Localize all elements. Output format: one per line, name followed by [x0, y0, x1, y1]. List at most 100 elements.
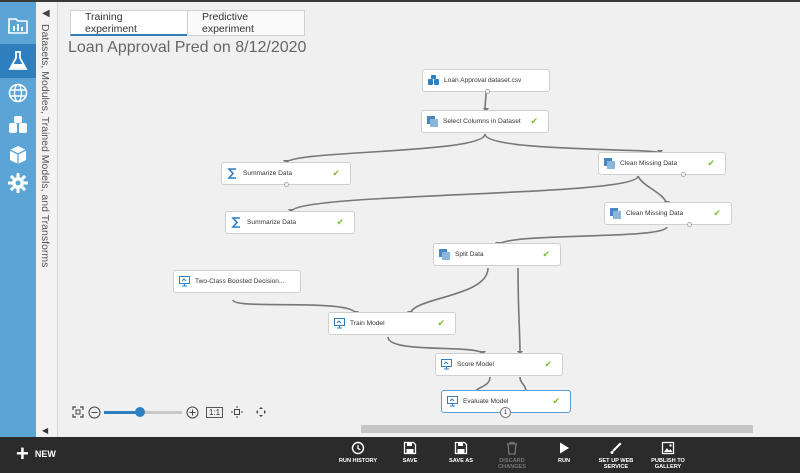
node-label: Score Model: [457, 361, 495, 368]
node-train-model[interactable]: Train Model ✔: [328, 312, 456, 335]
tool-label: RUN: [557, 458, 571, 464]
node-split-data[interactable]: Split Data ✔: [433, 243, 561, 266]
nav-settings[interactable]: [0, 166, 36, 200]
output-port[interactable]: [687, 222, 692, 227]
sigma-icon: [227, 168, 236, 179]
center-view-icon[interactable]: [229, 404, 245, 420]
tool-label: SAVE AS: [449, 458, 473, 464]
output-port[interactable]: [284, 182, 289, 187]
node-clean-missing-data-2[interactable]: Clean Missing Data ✔: [604, 202, 732, 227]
edge-select-summarize1: [285, 133, 486, 164]
module-icon: [427, 116, 438, 127]
new-button[interactable]: + NEW: [16, 441, 56, 466]
module-icon: [604, 158, 615, 169]
zoom-out-icon[interactable]: [86, 404, 102, 420]
nav-experiments[interactable]: [0, 44, 36, 78]
zoom-thumb[interactable]: [134, 407, 145, 417]
node-label: Summarize Data: [247, 219, 297, 226]
gear-icon: [8, 173, 28, 193]
node-label: Evaluate Model: [463, 398, 509, 405]
edge-clean1-clean2: [637, 175, 668, 205]
experiment-tabs: Training experiment Predictive experimen…: [70, 10, 305, 36]
flask-icon: [8, 51, 28, 70]
nav-projects[interactable]: [0, 8, 36, 42]
tool-label: RUN HISTORY: [338, 458, 378, 464]
nav-datasets[interactable]: [0, 108, 36, 142]
pan-icon[interactable]: [253, 404, 269, 420]
new-label: NEW: [34, 449, 56, 459]
node-summarize-data-1[interactable]: Summarize Data ✔: [221, 162, 351, 187]
output-port-badge[interactable]: 1: [500, 407, 511, 418]
check-icon: ✔: [332, 168, 340, 178]
node-summarize-data-2[interactable]: Summarize Data ✔: [225, 211, 355, 234]
tab-training-experiment[interactable]: Training experiment: [70, 10, 188, 36]
plus-icon: +: [16, 441, 29, 466]
bottom-toolbar: + NEW RUN HISTORY SAVE SAVE AS DISCARD C…: [0, 437, 800, 473]
sigma-icon: [231, 217, 240, 228]
check-icon: ✔: [437, 318, 445, 328]
cube-icon: [9, 146, 27, 164]
run-history-button[interactable]: RUN HISTORY: [331, 441, 385, 464]
check-icon: ✔: [336, 217, 344, 227]
save-as-icon: [454, 441, 468, 455]
experiment-canvas[interactable]: Loan Approval dataset.csv Select Columns…: [58, 62, 800, 437]
module-palette[interactable]: ◀ Datasets, Modules, Trained Models, and…: [36, 2, 58, 437]
tool-label: DISCARD CHANGES: [498, 458, 526, 470]
edge-train-score: [387, 336, 484, 355]
node-label: Train Model: [350, 320, 385, 327]
node-loan-approval-dataset[interactable]: Loan Approval dataset.csv: [422, 69, 550, 94]
check-icon: ✔: [544, 359, 552, 369]
trash-icon: [507, 441, 517, 455]
run-button[interactable]: RUN: [537, 441, 591, 464]
node-clean-missing-data-1[interactable]: Clean Missing Data ✔: [598, 152, 726, 177]
zoom-in-icon[interactable]: [184, 404, 200, 420]
zoom-controls: 1:1: [70, 404, 269, 420]
check-icon: ✔: [713, 208, 721, 218]
edge-split-train: [409, 267, 489, 315]
discard-changes-button[interactable]: DISCARD CHANGES: [485, 441, 539, 470]
zoom-slider[interactable]: [104, 404, 182, 420]
fit-to-screen-icon[interactable]: [70, 404, 86, 420]
node-label: Split Data: [455, 251, 484, 258]
tool-label: SET UP WEB SERVICE: [598, 458, 634, 470]
node-score-model[interactable]: Score Model ✔: [435, 353, 563, 376]
node-select-columns[interactable]: Select Columns in Dataset ✔: [421, 110, 549, 133]
experiment-title[interactable]: Loan Approval Pred on 8/12/2020: [68, 39, 306, 57]
edge-select-clean1: [484, 133, 661, 154]
clock-icon: [351, 441, 365, 455]
check-icon: ✔: [530, 116, 538, 126]
node-two-class-boosted-decision[interactable]: Two-Class Boosted Decision...: [173, 270, 301, 293]
edge-split-score: [517, 267, 521, 355]
tab-predictive-experiment[interactable]: Predictive experiment: [187, 10, 305, 36]
module-icon: [610, 208, 621, 219]
save-button[interactable]: SAVE: [383, 441, 437, 464]
check-icon: ✔: [552, 396, 560, 406]
save-as-button[interactable]: SAVE AS: [434, 441, 488, 464]
chevron-left-small-icon[interactable]: ◀: [42, 426, 48, 435]
node-label: Loan Approval dataset.csv: [444, 77, 522, 84]
publish-to-gallery-button[interactable]: PUBLISH TO GALLERY: [641, 441, 695, 470]
output-port[interactable]: [485, 89, 490, 94]
nav-web-services[interactable]: [0, 76, 36, 110]
set-up-web-service-button[interactable]: SET UP WEB SERVICE: [589, 441, 643, 470]
node-label: Clean Missing Data: [626, 210, 684, 217]
output-port[interactable]: [681, 172, 686, 177]
gallery-icon: [661, 441, 675, 455]
node-evaluate-model[interactable]: Evaluate Model ✔ 1: [441, 390, 571, 418]
chevron-left-icon[interactable]: ◀: [42, 8, 50, 19]
node-label: Two-Class Boosted Decision...: [195, 278, 285, 285]
actual-size-button[interactable]: 1:1: [206, 406, 224, 418]
node-label: Clean Missing Data: [620, 160, 678, 167]
experiment-main: Training experiment Predictive experimen…: [58, 2, 800, 437]
check-icon: ✔: [707, 158, 715, 168]
model-icon: [441, 359, 452, 370]
dataset-icon: [428, 75, 439, 85]
model-icon: [334, 318, 345, 329]
model-icon: [447, 396, 458, 407]
database-icon: [9, 116, 27, 133]
tool-label: SAVE: [402, 458, 418, 464]
horizontal-scrollbar[interactable]: [361, 425, 753, 433]
model-icon: [179, 276, 190, 287]
play-icon: [560, 442, 569, 454]
module-icon: [439, 249, 450, 260]
